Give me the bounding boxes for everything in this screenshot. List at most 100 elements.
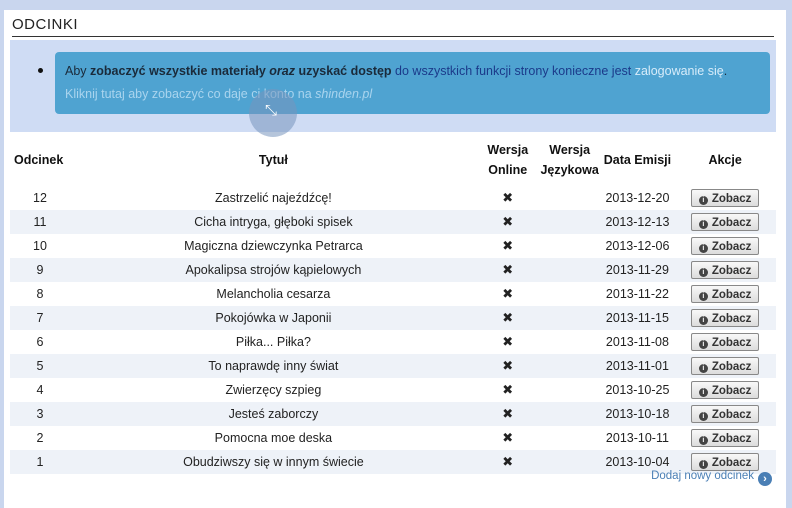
view-button[interactable]: i Zobacz [691,285,760,303]
actions-cell: i Zobacz [674,258,776,282]
episode-number: 10 [33,239,47,253]
header-actions: Akcje [708,153,742,167]
account-info-link[interactable]: Kliknij tutaj aby zobaczyć co daje ci ko… [65,87,372,101]
language-version [538,306,601,330]
view-button[interactable]: i Zobacz [691,237,760,255]
right-strip [786,0,792,508]
episode-title: Zwierzęcy szpieg [225,383,322,397]
view-button-label: Zobacz [711,289,752,301]
episode-number: 6 [36,335,44,349]
view-button[interactable]: i Zobacz [691,309,760,327]
view-button-label: Zobacz [711,337,752,349]
notice-line-1: Aby zobaczyć wszystkie materiały oraz uz… [65,64,727,78]
language-version [538,354,601,378]
language-version [539,234,601,258]
actions-cell: i Zobacz [674,282,776,306]
episode-number: 5 [10,354,70,378]
site-name: shinden.pl [315,87,373,101]
view-button[interactable]: i Zobacz [691,189,760,207]
login-link[interactable]: zalogowanie się [635,64,724,78]
view-button[interactable]: i Zobacz [691,405,760,423]
table-header-row: Odcinek Tytuł Wersja Online Wersja Językow… [10,134,776,186]
actions-cell: i Zobacz [674,426,776,450]
view-button-label: Zobacz [711,313,752,325]
episode-title: Melancholia cesarza [216,287,331,301]
header-online-line1: Wersja [487,143,529,157]
header-language-line2: Językowa [540,163,599,177]
info-icon: i [698,436,708,445]
header-language: Wersja Językowa [539,134,601,186]
episode-number: 4 [36,383,44,397]
online-unavailable-icon: ✖ [502,190,514,205]
notice-text: . [723,64,728,78]
view-button[interactable]: i Zobacz [691,333,760,351]
episode-title: Cicha intryga, głęboki spisek [69,210,477,234]
notice-bold-text: uzyskać dostęp [295,64,392,78]
add-episode-label: Dodaj nowy odcinek [651,470,754,482]
header-online: Wersja Online [477,134,539,186]
header-title: Tytuł [258,153,288,167]
view-button-label: Zobacz [711,265,752,277]
episodes-panel: ODCINKI Aby zobaczyć wszystkie materiały… [4,10,786,508]
online-unavailable-icon: ✖ [476,258,539,282]
actions-cell: i Zobacz [674,402,776,426]
add-episode-link[interactable]: Dodaj nowy odcinek › [651,470,772,486]
view-button-label: Zobacz [711,457,752,469]
episode-number: 1 [10,450,70,474]
table-row: 5 To naprawdę inny świat ✖ 2013-11-01 i Zobac… [10,354,776,378]
language-version [538,258,601,282]
episode-title: Pomocna moe deska [214,431,333,445]
view-button[interactable]: i Zobacz [691,453,760,471]
table-row: 7 Pokojówka w Japonii ✖ 2013-11-15 i Zobacz [10,306,776,330]
actions-cell: i Zobacz [674,186,776,210]
table-row: 3 Jesteś zaborczy ✖ 2013-10-18 i Zobacz [10,402,776,426]
view-button[interactable]: i Zobacz [691,357,760,375]
view-button[interactable]: i Zobacz [691,429,760,447]
info-icon: i [698,316,708,325]
episode-number: 7 [10,306,70,330]
air-date: 2013-11-08 [605,335,669,349]
language-version [539,282,601,306]
air-date: 2013-11-15 [600,306,675,330]
info-icon: i [698,340,708,349]
login-notice: Aby zobaczyć wszystkie materiały oraz uz… [38,52,770,114]
view-button-label: Zobacz [711,433,752,445]
notice-text: Aby [65,64,91,78]
info-icon: i [698,460,708,469]
view-button-label: Zobacz [711,217,752,229]
online-unavailable-icon: ✖ [476,402,539,426]
table-row: 10 Magiczna dziewczynka Petrarca ✖ 2013-12-… [10,234,776,258]
actions-cell: i Zobacz [674,234,776,258]
notice-wrapper: Aby zobaczyć wszystkie materiały oraz uz… [10,40,776,132]
header-language-line1: Wersja [549,143,591,157]
top-strip [0,0,792,10]
online-unavailable-icon: ✖ [502,286,514,301]
view-button-label: Zobacz [711,385,752,397]
episode-number: 9 [10,258,70,282]
section-title: ODCINKI [12,16,79,33]
episode-title: Apokalipsa strojów kąpielowych [69,258,477,282]
language-version [538,402,601,426]
episode-title: Piłka... Piłka? [235,335,311,349]
info-icon: i [698,268,708,277]
air-date: 2013-11-29 [600,258,675,282]
table-row: 2 Pomocna moe deska ✖ 2013-10-11 i Zobacz [10,426,776,450]
online-unavailable-icon: ✖ [476,210,539,234]
info-icon: i [698,412,708,421]
episode-title: Pokojówka w Japonii [69,306,477,330]
episode-number: 11 [10,210,70,234]
notice-italic-text: oraz [269,64,295,78]
view-button[interactable]: i Zobacz [691,261,760,279]
view-button-label: Zobacz [711,193,752,205]
view-button[interactable]: i Zobacz [691,213,760,231]
compress-arrows-icon: ⤡ [265,102,278,119]
online-unavailable-icon: ✖ [476,450,539,474]
actions-cell: i Zobacz [674,330,776,354]
language-version [538,210,601,234]
table-row: 11 Cicha intryga, głęboki spisek ✖ 2013-12-… [10,210,776,234]
notice-bold-text: zobaczyć wszystkie materiały [90,64,266,78]
view-button-label: Zobacz [711,409,752,421]
online-unavailable-icon: ✖ [502,334,514,349]
table-row: 4 Zwierzęcy szpieg ✖ 2013-10-25 i Zobacz [10,378,776,402]
view-button[interactable]: i Zobacz [691,381,760,399]
